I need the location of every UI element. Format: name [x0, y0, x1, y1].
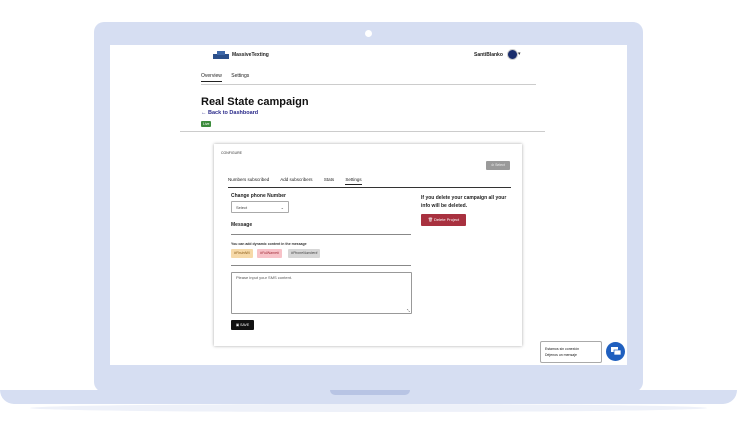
tab-add-subscribers[interactable]: Add subscribers [280, 177, 312, 182]
laptop-notch [330, 390, 410, 395]
chip-firstname[interactable]: #FirstnNN [231, 249, 253, 258]
phone-label: Change phone Number [231, 193, 287, 199]
user-name[interactable]: SantiBlanko [474, 52, 503, 58]
floppy-icon: ▣ [235, 323, 240, 327]
logo-icon[interactable] [213, 51, 229, 60]
message-label: Message [231, 222, 253, 228]
camera-icon [365, 30, 372, 37]
select-button[interactable]: ⊘ Select [486, 161, 510, 170]
chip-fullname[interactable]: #FullName# [257, 249, 282, 258]
chat-status: Estamos sin conexión [545, 347, 580, 351]
card-tabs: Numbers subscribed Add subscribers Stats… [228, 177, 372, 185]
chevron-down-icon[interactable]: ▾ [518, 51, 521, 57]
card-title: CONFIGURE [221, 151, 242, 155]
avatar[interactable] [507, 49, 518, 60]
delete-project-button[interactable]: 🗑 Delete Project [421, 214, 466, 226]
sms-content-input[interactable]: Please input your SMS content. ⤡ [231, 272, 412, 314]
chip-phonenumber[interactable]: #PhoneNumber# [288, 249, 321, 258]
laptop-shadow [30, 404, 707, 412]
divider [231, 265, 411, 266]
page-title: Real State campaign [201, 96, 309, 108]
save-button[interactable]: ▣ SAVE [231, 320, 254, 330]
tab-numbers-subscribed[interactable]: Numbers subscribed [228, 177, 269, 182]
settings-card: CONFIGURE ⊘ Select Numbers subscribed Ad… [214, 144, 522, 346]
delete-warning: If you delete your campaign all your inf… [421, 195, 507, 209]
top-tabs: Overview Settings [201, 73, 257, 82]
select-value: Select [236, 205, 248, 210]
phone-select[interactable]: Select ⌄ [231, 201, 289, 213]
chat-icon [611, 347, 622, 356]
chevron-down-icon: ⌄ [280, 205, 284, 210]
tab-overview[interactable]: Overview [201, 73, 222, 82]
resize-handle-icon[interactable]: ⤡ [407, 308, 410, 313]
dynamic-content-note: You can add dynamic content in the messa… [231, 242, 307, 246]
chat-widget-box[interactable]: Estamos sin conexión Déjenos un mensaje [540, 341, 602, 363]
save-label: SAVE [240, 323, 250, 327]
divider [201, 84, 536, 85]
divider [180, 131, 545, 132]
tab-settings-card[interactable]: Settings [345, 177, 362, 185]
tab-stats[interactable]: Stats [324, 177, 334, 182]
chat-button[interactable] [606, 342, 625, 361]
divider [231, 234, 411, 235]
status-badge: Live [201, 121, 212, 127]
back-link[interactable]: ← Back to Dashboard [201, 110, 258, 116]
app-screen: MassiveTexting SantiBlanko ▾ Overview Se… [110, 45, 627, 365]
chat-prompt: Déjenos un mensaje [545, 353, 577, 357]
delete-label: Delete Project [434, 217, 460, 222]
brand-name[interactable]: MassiveTexting [232, 52, 269, 58]
tab-settings[interactable]: Settings [231, 73, 249, 79]
tabs-underline [228, 187, 511, 188]
trash-icon: 🗑 [427, 217, 433, 222]
textarea-placeholder: Please input your SMS content. [236, 275, 293, 280]
